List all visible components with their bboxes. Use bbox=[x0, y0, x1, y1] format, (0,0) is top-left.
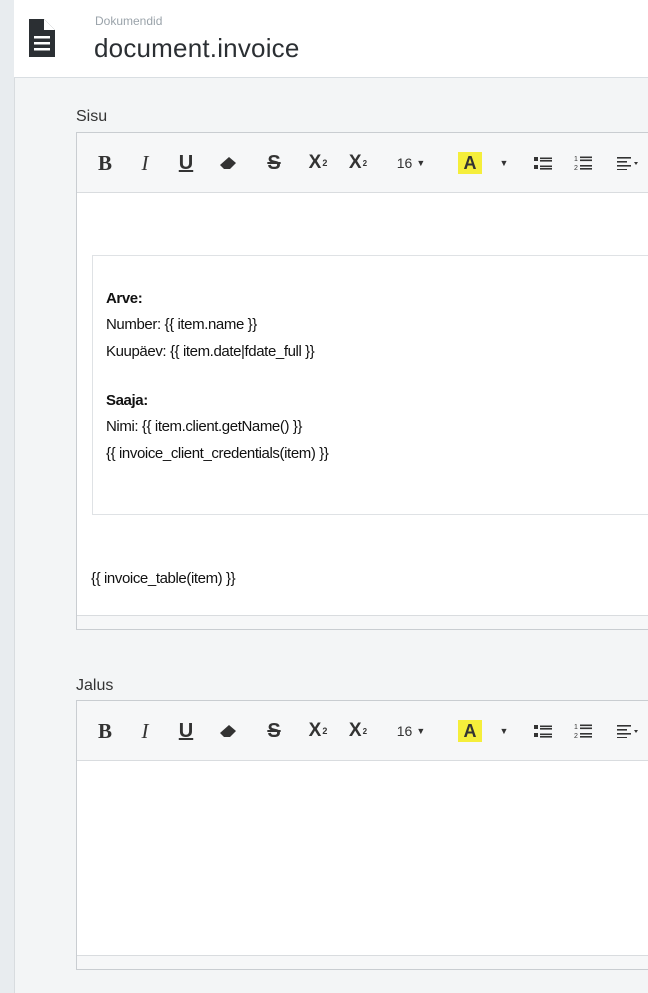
subscript-button[interactable]: X2 bbox=[345, 701, 371, 761]
bold-button[interactable]: B bbox=[95, 701, 115, 761]
chevron-down-icon[interactable]: ▼ bbox=[497, 701, 511, 761]
italic-button[interactable]: I bbox=[137, 133, 153, 193]
sisu-toolbar: B I U S X2 X2 16 ▼ A ▼ 12 bbox=[77, 133, 648, 193]
svg-text:1: 1 bbox=[574, 156, 578, 163]
page-title: document.invoice bbox=[94, 33, 300, 63]
sisu-label: Sisu bbox=[76, 108, 108, 125]
eraser-icon[interactable] bbox=[217, 133, 239, 193]
arve-heading: Arve: bbox=[106, 290, 143, 307]
jalus-toolbar: B I U S X2 X2 16 ▼ A ▼ 12 bbox=[77, 701, 648, 761]
ordered-list-icon[interactable]: 12 bbox=[573, 133, 593, 193]
jalus-editor[interactable]: B I U S X2 X2 16 ▼ A ▼ 12 bbox=[76, 700, 648, 970]
chevron-down-icon: ▼ bbox=[416, 726, 426, 736]
sisu-editor[interactable]: B I U S X2 X2 16 ▼ A ▼ 12 Arve: Number: {… bbox=[76, 132, 648, 630]
credentials-line: {{ invoice_client_credentials(item) }} bbox=[106, 445, 329, 462]
superscript-label: X bbox=[308, 152, 322, 173]
nimi-line: Nimi: {{ item.client.getName() }} bbox=[106, 418, 303, 435]
eraser-icon[interactable] bbox=[217, 701, 239, 761]
font-size-value: 16 bbox=[396, 155, 413, 171]
resize-handle[interactable] bbox=[77, 955, 648, 969]
subscript-label: X bbox=[348, 152, 362, 173]
font-size-dropdown[interactable]: 16 ▼ bbox=[391, 133, 431, 193]
chevron-down-icon: ▼ bbox=[416, 158, 426, 168]
strikethrough-button[interactable]: S bbox=[263, 133, 285, 193]
highlight-icon: A bbox=[458, 720, 482, 742]
sisu-content[interactable]: Arve: Number: {{ item.name }} Kuupäev: {… bbox=[77, 193, 648, 617]
highlight-color-button[interactable]: A bbox=[457, 701, 483, 761]
saaja-heading: Saaja: bbox=[106, 392, 148, 409]
subscript-button[interactable]: X2 bbox=[345, 133, 371, 193]
resize-handle[interactable] bbox=[77, 615, 648, 629]
svg-text:2: 2 bbox=[574, 165, 578, 171]
page-header: Dokumendid document.invoice bbox=[14, 0, 648, 78]
unordered-list-icon[interactable] bbox=[533, 701, 553, 761]
highlight-icon: A bbox=[458, 152, 482, 174]
superscript-button[interactable]: X2 bbox=[305, 133, 331, 193]
highlight-color-button[interactable]: A bbox=[457, 133, 483, 193]
superscript-button[interactable]: X2 bbox=[305, 701, 331, 761]
strikethrough-button[interactable]: S bbox=[263, 701, 285, 761]
font-size-dropdown[interactable]: 16 ▼ bbox=[391, 701, 431, 761]
chevron-down-icon[interactable]: ▼ bbox=[497, 133, 511, 193]
jalus-content[interactable] bbox=[77, 761, 648, 957]
italic-button[interactable]: I bbox=[137, 701, 153, 761]
content-frame bbox=[92, 255, 648, 515]
invoice-table-line: {{ invoice_table(item) }} bbox=[91, 570, 236, 587]
breadcrumb[interactable]: Dokumendid bbox=[95, 14, 162, 28]
document-icon bbox=[29, 19, 55, 57]
superscript-label: X bbox=[308, 720, 322, 741]
subscript-label: X bbox=[348, 720, 362, 741]
ordered-list-icon[interactable]: 12 bbox=[573, 701, 593, 761]
align-left-icon[interactable] bbox=[613, 701, 643, 761]
svg-text:2: 2 bbox=[574, 733, 578, 739]
number-line: Number: {{ item.name }} bbox=[106, 316, 257, 333]
underline-button[interactable]: U bbox=[175, 701, 197, 761]
svg-text:1: 1 bbox=[574, 724, 578, 731]
kuupaev-line: Kuupäev: {{ item.date|fdate_full }} bbox=[106, 343, 315, 360]
bold-button[interactable]: B bbox=[95, 133, 115, 193]
font-size-value: 16 bbox=[396, 723, 413, 739]
jalus-label: Jalus bbox=[76, 677, 114, 694]
align-left-icon[interactable] bbox=[613, 133, 643, 193]
unordered-list-icon[interactable] bbox=[533, 133, 553, 193]
underline-button[interactable]: U bbox=[175, 133, 197, 193]
